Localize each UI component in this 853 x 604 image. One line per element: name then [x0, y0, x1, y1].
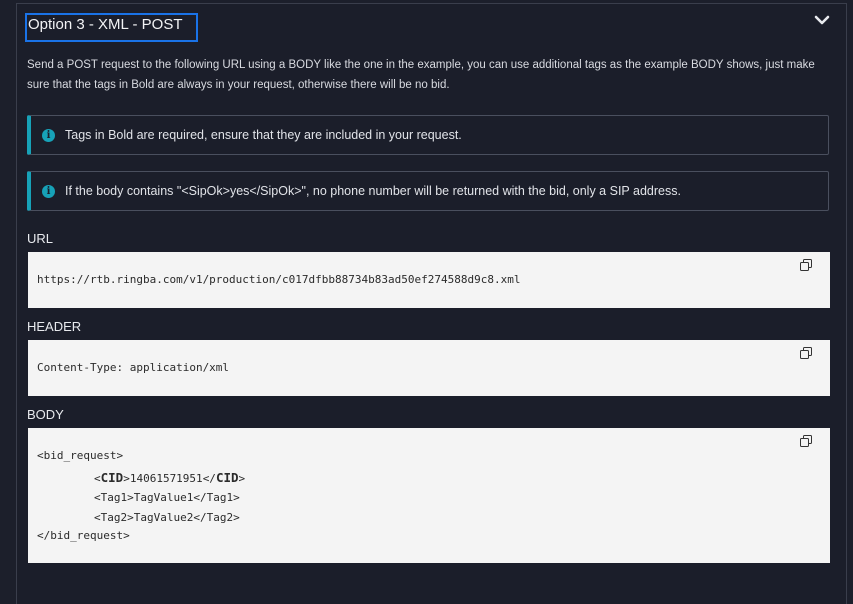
copy-icon[interactable] [800, 347, 812, 359]
body-line-tag1: <Tag1>TagValue1</Tag1> [94, 491, 240, 504]
alert-text: Tags in Bold are required, ensure that t… [65, 128, 462, 142]
header-codebox[interactable]: Content-Type: application/xml [28, 340, 830, 396]
body-line-cid: <CID>14061571951</CID> [94, 470, 246, 485]
url-value: https://rtb.ringba.com/v1/production/c01… [37, 273, 521, 286]
alert-sipok: i If the body contains "<SipOk>yes</SipO… [27, 171, 829, 211]
body-label: BODY [27, 407, 64, 422]
body-line-close: </bid_request> [37, 529, 130, 542]
body-line-open: <bid_request> [37, 449, 124, 462]
alert-text: If the body contains "<SipOk>yes</SipOk>… [65, 184, 681, 198]
url-label: URL [27, 231, 54, 246]
option-title[interactable]: Option 3 - XML - POST [25, 13, 198, 42]
info-icon: i [42, 184, 55, 198]
header-value: Content-Type: application/xml [37, 361, 230, 374]
url-codebox[interactable]: https://rtb.ringba.com/v1/production/c01… [28, 252, 830, 308]
chevron-down-icon[interactable] [813, 12, 831, 30]
alert-required-tags: i Tags in Bold are required, ensure that… [27, 115, 829, 155]
body-line-tag2: <Tag2>TagValue2</Tag2> [94, 511, 240, 524]
copy-icon[interactable] [800, 259, 812, 271]
info-icon: i [42, 128, 55, 142]
description-text: Send a POST request to the following URL… [27, 59, 815, 91]
body-codebox[interactable]: <bid_request> <CID>14061571951</CID> <Ta… [28, 428, 830, 563]
header-label: HEADER [27, 319, 82, 334]
copy-icon[interactable] [800, 435, 812, 447]
